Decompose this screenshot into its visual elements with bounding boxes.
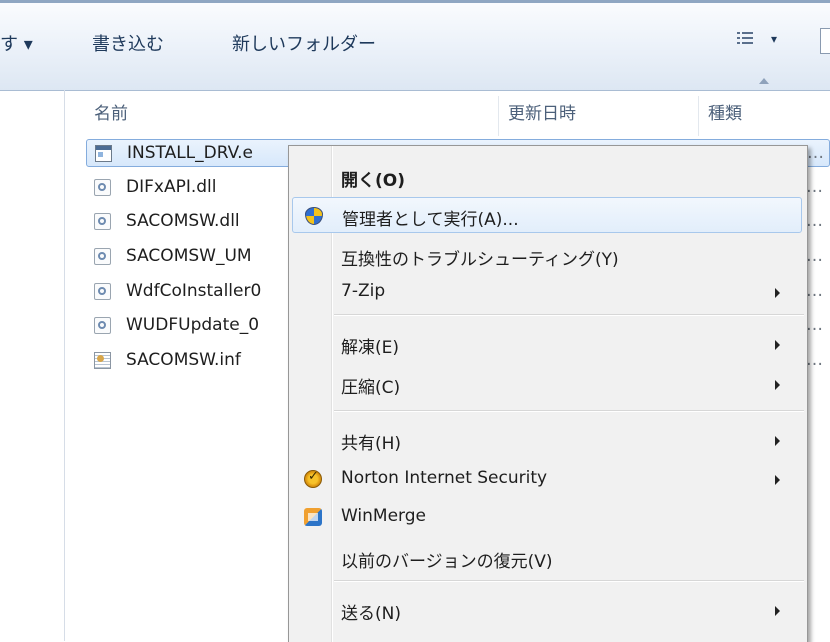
submenu-arrow-icon: [775, 380, 780, 390]
file-name: DIFxAPI.dll: [126, 177, 217, 197]
truncation-ellipsis: …: [806, 211, 823, 231]
shield-icon: [305, 207, 323, 225]
icon-glyph: [98, 287, 106, 295]
dll-icon: [94, 213, 111, 230]
menu-item-label: 解凍(E): [341, 338, 400, 358]
menu-item-item-4[interactable]: 解凍(E): [292, 326, 802, 362]
menu-item-item-0[interactable]: 開く(O): [292, 159, 802, 195]
menu-item-label: 圧縮(C): [341, 378, 401, 398]
column-header-date[interactable]: 更新日時: [508, 90, 576, 138]
menu-item-item-5[interactable]: 圧縮(C): [292, 366, 802, 402]
menu-item-label: 送る(N): [341, 604, 401, 624]
inf-icon: [94, 352, 111, 369]
dll-icon: [94, 248, 111, 265]
burn-button[interactable]: 書き込む: [92, 30, 164, 56]
truncation-ellipsis: …: [806, 246, 823, 266]
menu-item-7-zip[interactable]: 7-Zip: [292, 274, 802, 310]
menu-item-label: 管理者として実行(A)...: [342, 210, 519, 230]
menu-item-label: 以前のバージョンの復元(V): [341, 552, 553, 572]
file-name: SACOMSW_UM: [126, 246, 252, 266]
truncation-ellipsis: …: [806, 315, 823, 335]
submenu-arrow-icon: [775, 475, 780, 485]
menu-item-item-9[interactable]: 以前のバージョンの復元(V): [292, 540, 802, 576]
submenu-arrow-icon: [775, 288, 780, 298]
view-options-chevron-down-icon[interactable]: ▾: [771, 32, 777, 46]
menu-item-norton-internet-security[interactable]: Norton Internet Security: [292, 461, 802, 497]
file-name: WdfCoInstaller0: [126, 281, 262, 301]
menu-item-label: WinMerge: [341, 506, 426, 526]
column-header-name[interactable]: 名前: [94, 90, 128, 138]
new-folder-button[interactable]: 新しいフォルダー: [232, 30, 376, 56]
submenu-arrow-icon: [775, 436, 780, 446]
column-divider[interactable]: [498, 96, 499, 136]
menu-item-item-2[interactable]: 互換性のトラブルシューティング(Y): [292, 238, 802, 274]
truncation-ellipsis: …: [807, 143, 824, 163]
icon-glyph: [98, 183, 106, 191]
organize-button-fragment[interactable]: す ▾: [0, 30, 33, 56]
menu-item-label: 互換性のトラブルシューティング(Y): [341, 250, 619, 270]
truncation-ellipsis: …: [806, 177, 823, 197]
menu-separator: [334, 410, 804, 412]
truncation-ellipsis: …: [806, 281, 823, 301]
icon-glyph: [97, 355, 104, 362]
preview-pane-button[interactable]: [820, 28, 830, 54]
norton-icon: [304, 469, 322, 488]
view-options-icon[interactable]: [737, 32, 753, 46]
file-name: SACOMSW.inf: [126, 350, 241, 370]
menu-item-item-10[interactable]: 送る(N): [292, 592, 802, 628]
dll-icon: [94, 283, 111, 300]
file-name: INSTALL_DRV.e: [127, 143, 253, 163]
file-name: WUDFUpdate_0: [126, 315, 260, 335]
navigation-pane-border: [64, 90, 65, 641]
submenu-arrow-icon: [775, 340, 780, 350]
sort-ascending-icon: [759, 78, 769, 84]
command-bar: す ▾ 書き込む 新しいフォルダー ▾: [0, 0, 830, 91]
submenu-arrow-icon: [775, 606, 780, 616]
menu-item-label: 開く(O): [341, 171, 405, 191]
icon-glyph: [98, 321, 106, 329]
truncation-ellipsis: …: [806, 350, 823, 370]
icon-glyph: [98, 252, 106, 260]
menu-item-label: Norton Internet Security: [341, 468, 548, 488]
icon-glyph: [98, 217, 106, 225]
menu-separator: [334, 314, 804, 316]
dll-icon: [94, 179, 111, 196]
winmerge-icon: [304, 508, 322, 526]
file-name: SACOMSW.dll: [126, 211, 240, 231]
menu-item-item-6[interactable]: 共有(H): [292, 422, 802, 458]
menu-item-label: 7-Zip: [341, 281, 386, 301]
menu-item-winmerge[interactable]: WinMerge: [292, 499, 802, 535]
exe-icon: [95, 145, 112, 162]
column-header-type[interactable]: 種類: [708, 90, 742, 138]
menu-item-label: 共有(H): [341, 434, 402, 454]
menu-separator: [334, 580, 804, 582]
menu-item-item-1[interactable]: 管理者として実行(A)...: [292, 197, 802, 233]
toolbar-top-border: [0, 0, 830, 3]
context-menu: 開く(O) 管理者として実行(A)... 互換性のトラブルシューティング(Y) 7-Z…: [288, 145, 808, 642]
column-divider[interactable]: [698, 96, 699, 136]
dll-icon: [94, 317, 111, 334]
